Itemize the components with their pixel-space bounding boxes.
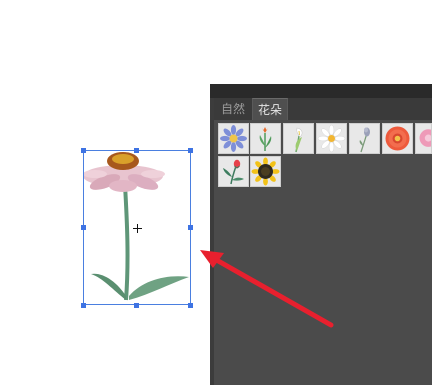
tab-nature[interactable]: 自然: [216, 98, 251, 120]
sunflower-icon: [251, 157, 280, 186]
pink-flower-partial-icon: [419, 129, 431, 147]
tab-flowers[interactable]: 花朵: [252, 98, 289, 120]
lavender-stem-icon: [359, 127, 370, 153]
resize-handle-top-left[interactable]: [81, 148, 86, 153]
red-bud-stem-icon: [223, 159, 244, 185]
resize-handle-bottom[interactable]: [134, 303, 139, 308]
symbol-red-bud-stem[interactable]: [218, 156, 249, 187]
red-gerbera-icon: [385, 126, 410, 151]
blue-aster-icon: [220, 125, 247, 152]
resize-handle-right[interactable]: [188, 225, 193, 230]
symbol-blue-aster[interactable]: [218, 123, 249, 154]
symbol-lavender-stem[interactable]: [349, 123, 380, 154]
resize-handle-top[interactable]: [134, 148, 139, 153]
resize-handle-top-right[interactable]: [188, 148, 193, 153]
resize-handle-bottom-right[interactable]: [188, 303, 193, 308]
symbol-red-gerbera[interactable]: [382, 123, 413, 154]
symbol-calla-lily[interactable]: [283, 123, 314, 154]
panel-tab-bar: 自然 花朵: [214, 98, 432, 120]
panel-edge: [210, 98, 214, 385]
symbol-sunflower[interactable]: [250, 156, 281, 187]
symbol-daisy[interactable]: [316, 123, 347, 154]
panel-header-bar[interactable]: [210, 84, 432, 98]
center-point-icon: [133, 224, 142, 233]
tulip-stem-icon: [259, 127, 272, 151]
symbol-pink-flower[interactable]: [415, 123, 432, 154]
symbol-tulip-stem[interactable]: [250, 123, 281, 154]
daisy-icon: [317, 124, 346, 153]
calla-lily-icon: [295, 127, 303, 153]
resize-handle-left[interactable]: [81, 225, 86, 230]
resize-handle-bottom-left[interactable]: [81, 303, 86, 308]
